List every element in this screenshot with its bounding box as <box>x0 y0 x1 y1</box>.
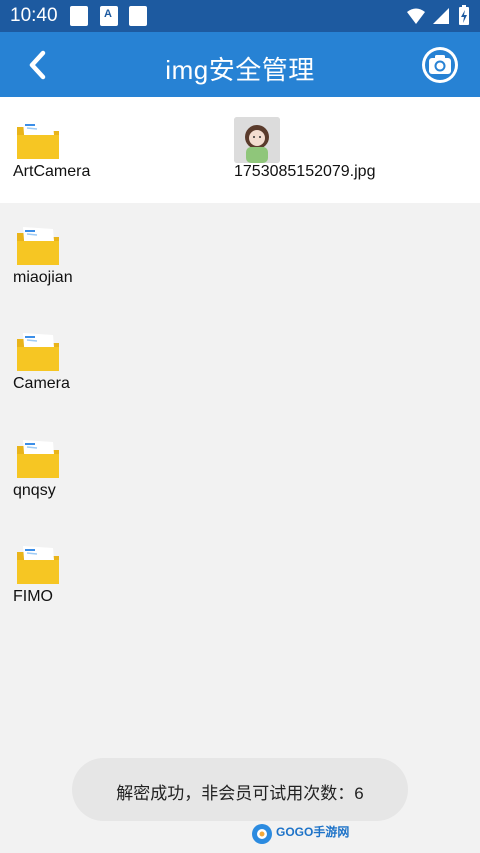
file-name: qnqsy <box>13 482 56 499</box>
folder-item-qnqsy[interactable]: qnqsy <box>13 416 213 506</box>
camera-icon[interactable] <box>421 46 459 84</box>
battery-charging-icon <box>459 5 469 25</box>
folder-icon <box>17 440 59 478</box>
folder-item-camera[interactable]: Camera <box>13 309 213 399</box>
image-item-1753085152079[interactable]: 1753085152079.jpg <box>234 97 434 187</box>
app-bar: img安全管理 <box>0 32 480 97</box>
file-name: Camera <box>13 375 70 392</box>
toast-message: 解密成功，非会员可试用次数：6 <box>72 758 408 821</box>
watermark-text: GOGO手游网 <box>276 825 350 839</box>
notification-icon <box>129 6 147 26</box>
watermark-icon <box>252 824 272 844</box>
notification-icon <box>70 6 88 26</box>
wifi-icon <box>407 8 425 24</box>
notification-a-icon: A <box>100 6 118 26</box>
watermark-logo: GOGO手游网 <box>250 820 350 848</box>
file-name: 1753085152079.jpg <box>234 163 376 180</box>
file-name: miaojian <box>13 269 73 286</box>
status-bar: 10:40 A <box>0 0 480 32</box>
page-title: img安全管理 <box>165 55 315 85</box>
toast-text: 解密成功，非会员可试用次数：6 <box>116 784 364 803</box>
cellular-signal-icon <box>433 8 449 24</box>
status-time: 10:40 <box>10 5 58 26</box>
folder-item-artcamera[interactable]: ArtCamera <box>13 97 213 187</box>
folder-item-miaojian[interactable]: miaojian <box>13 203 213 293</box>
folder-icon <box>17 121 59 159</box>
file-name: ArtCamera <box>13 163 91 180</box>
avatar-thumbnail-icon <box>234 117 280 163</box>
folder-icon <box>17 546 59 584</box>
file-name: FIMO <box>13 588 53 605</box>
file-list: ArtCamera 1753085152079.jpg miaojian Cam… <box>0 97 480 853</box>
folder-icon <box>17 333 59 371</box>
folder-icon <box>17 227 59 265</box>
folder-item-fimo[interactable]: FIMO <box>13 522 213 612</box>
image-thumbnail <box>234 117 280 163</box>
